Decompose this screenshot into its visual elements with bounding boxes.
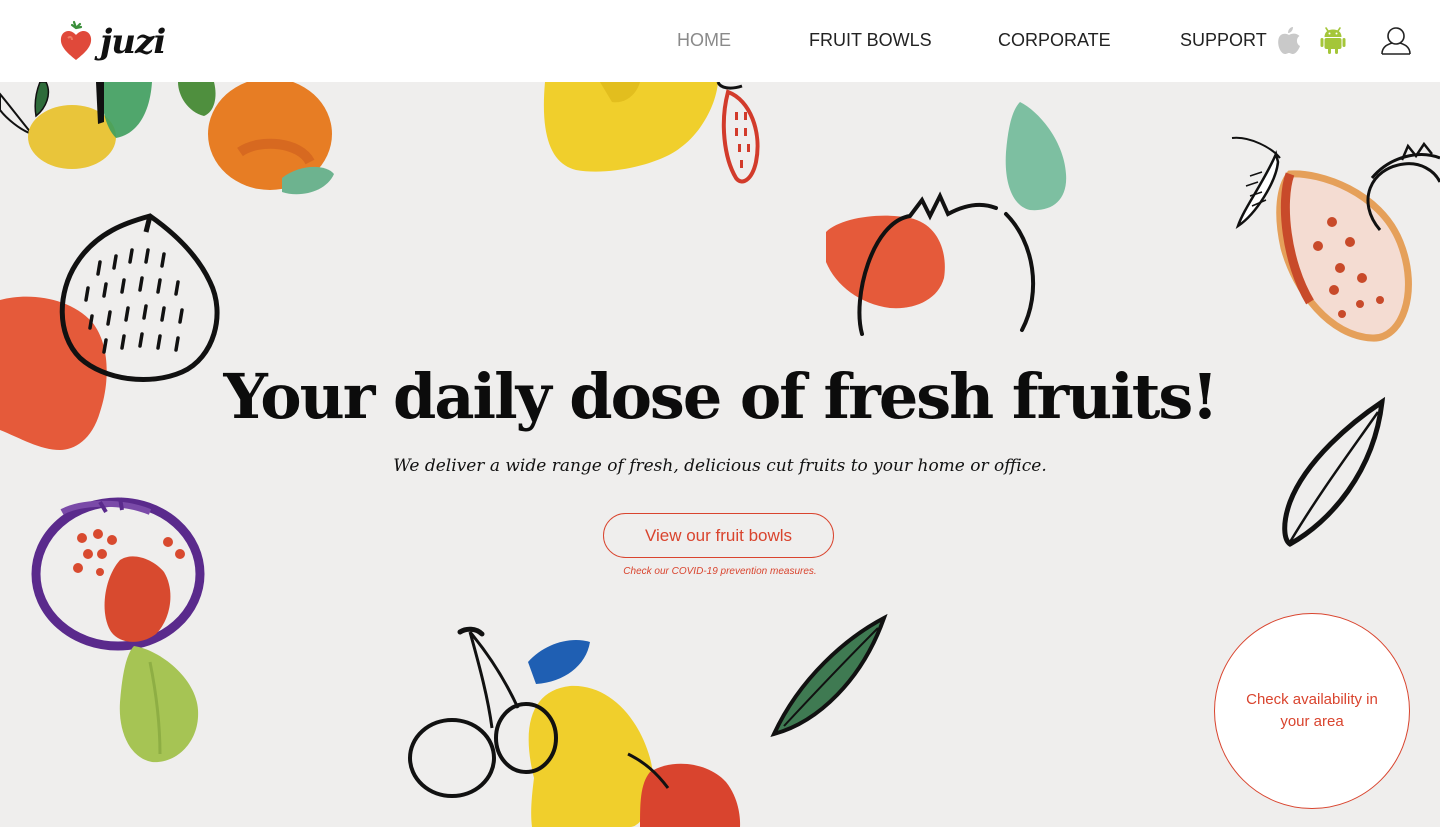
- bottom-left-fruit-illustration: [31, 497, 205, 763]
- top-right-fruit-illustration: [1231, 136, 1440, 342]
- covid-measures-link[interactable]: Check our COVID-19 prevention measures.: [0, 566, 1440, 577]
- nav-home[interactable]: HOME: [677, 30, 731, 51]
- strawberry-heart-icon: [60, 20, 92, 60]
- hero-title: Your daily dose of fresh fruits!: [223, 360, 1218, 433]
- android-icon[interactable]: [1320, 25, 1346, 60]
- user-icon[interactable]: [1380, 26, 1412, 61]
- top-left-fruit-illustration: [0, 82, 334, 195]
- juzi-logo[interactable]: juzi: [58, 16, 168, 68]
- nav-fruit-bowls[interactable]: FRUIT BOWLS: [809, 30, 932, 51]
- bottom-center-fruit-illustration: [408, 626, 741, 827]
- top-center-fruit-illustration: [543, 82, 760, 184]
- hero-subtitle: We deliver a wide range of fresh, delici…: [393, 456, 1047, 476]
- nav-corporate[interactable]: CORPORATE: [998, 30, 1111, 51]
- bottom-leaf-illustration: [770, 613, 888, 738]
- nav-support[interactable]: SUPPORT: [1180, 30, 1267, 51]
- view-fruit-bowls-button[interactable]: View our fruit bowls: [603, 513, 834, 558]
- hero-section: Your daily dose of fresh fruits! We deli…: [0, 82, 1440, 827]
- check-availability-button[interactable]: Check availability in your area: [1214, 613, 1410, 809]
- center-right-fruit-illustration: [826, 102, 1067, 336]
- check-availability-label: Check availability in your area: [1246, 691, 1378, 730]
- top-navigation-bar: juzi HOME FRUIT BOWLS CORPORATE SUPPORT: [0, 0, 1440, 82]
- apple-icon[interactable]: [1276, 25, 1302, 60]
- brand-name: juzi: [100, 22, 166, 62]
